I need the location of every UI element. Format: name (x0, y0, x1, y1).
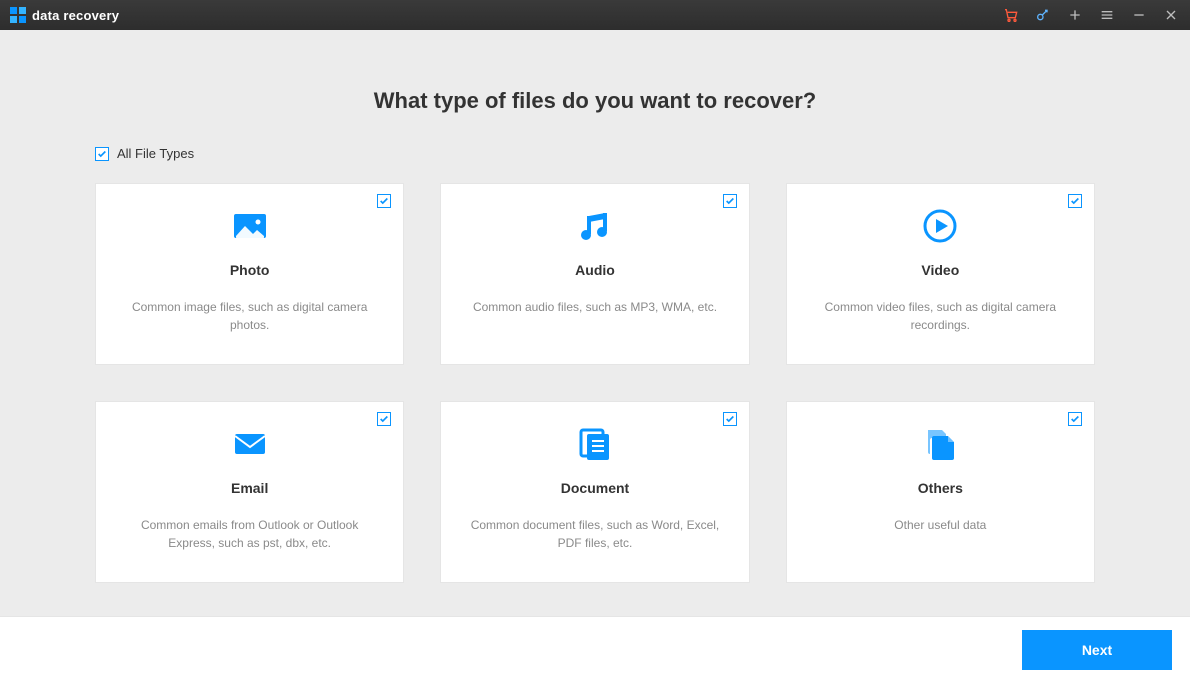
menu-icon[interactable] (1098, 6, 1116, 24)
card-desc: Common document files, such as Word, Exc… (463, 516, 726, 552)
files-icon (920, 424, 960, 464)
all-types-label: All File Types (117, 146, 194, 161)
card-title: Photo (230, 262, 270, 278)
cart-icon[interactable] (1002, 6, 1020, 24)
card-video[interactable]: Video Common video files, such as digita… (786, 183, 1095, 365)
card-desc: Common image files, such as digital came… (118, 298, 381, 334)
card-checkbox[interactable] (377, 194, 391, 208)
app-logo: data recovery (10, 7, 119, 23)
mail-icon (230, 424, 270, 464)
card-document[interactable]: Document Common document files, such as … (440, 401, 749, 583)
card-desc: Common video files, such as digital came… (809, 298, 1072, 334)
card-checkbox[interactable] (723, 412, 737, 426)
close-icon[interactable] (1162, 6, 1180, 24)
card-title: Audio (575, 262, 615, 278)
music-icon (575, 206, 615, 246)
card-title: Email (231, 480, 268, 496)
app-logo-icon (10, 7, 26, 23)
document-icon (575, 424, 615, 464)
card-title: Others (918, 480, 963, 496)
image-icon (230, 206, 270, 246)
card-desc: Other useful data (894, 516, 986, 534)
titlebar: data recovery (0, 0, 1190, 30)
main-panel: What type of files do you want to recove… (0, 30, 1190, 616)
play-circle-icon (920, 206, 960, 246)
card-grid: Photo Common image files, such as digita… (95, 183, 1095, 583)
card-title: Document (561, 480, 629, 496)
page-title: What type of files do you want to recove… (374, 88, 817, 114)
card-checkbox[interactable] (723, 194, 737, 208)
all-types-checkbox[interactable] (95, 147, 109, 161)
all-types-row: All File Types (95, 146, 1095, 161)
card-audio[interactable]: Audio Common audio files, such as MP3, W… (440, 183, 749, 365)
card-desc: Common emails from Outlook or Outlook Ex… (118, 516, 381, 552)
card-photo[interactable]: Photo Common image files, such as digita… (95, 183, 404, 365)
card-checkbox[interactable] (1068, 194, 1082, 208)
card-others[interactable]: Others Other useful data (786, 401, 1095, 583)
card-desc: Common audio files, such as MP3, WMA, et… (473, 298, 717, 316)
titlebar-actions (1002, 6, 1180, 24)
plus-icon[interactable] (1066, 6, 1084, 24)
key-icon[interactable] (1034, 6, 1052, 24)
card-email[interactable]: Email Common emails from Outlook or Outl… (95, 401, 404, 583)
card-title: Video (921, 262, 959, 278)
next-button[interactable]: Next (1022, 630, 1172, 670)
card-checkbox[interactable] (377, 412, 391, 426)
app-title: data recovery (32, 8, 119, 23)
footer: Next (0, 616, 1190, 682)
card-checkbox[interactable] (1068, 412, 1082, 426)
minimize-icon[interactable] (1130, 6, 1148, 24)
